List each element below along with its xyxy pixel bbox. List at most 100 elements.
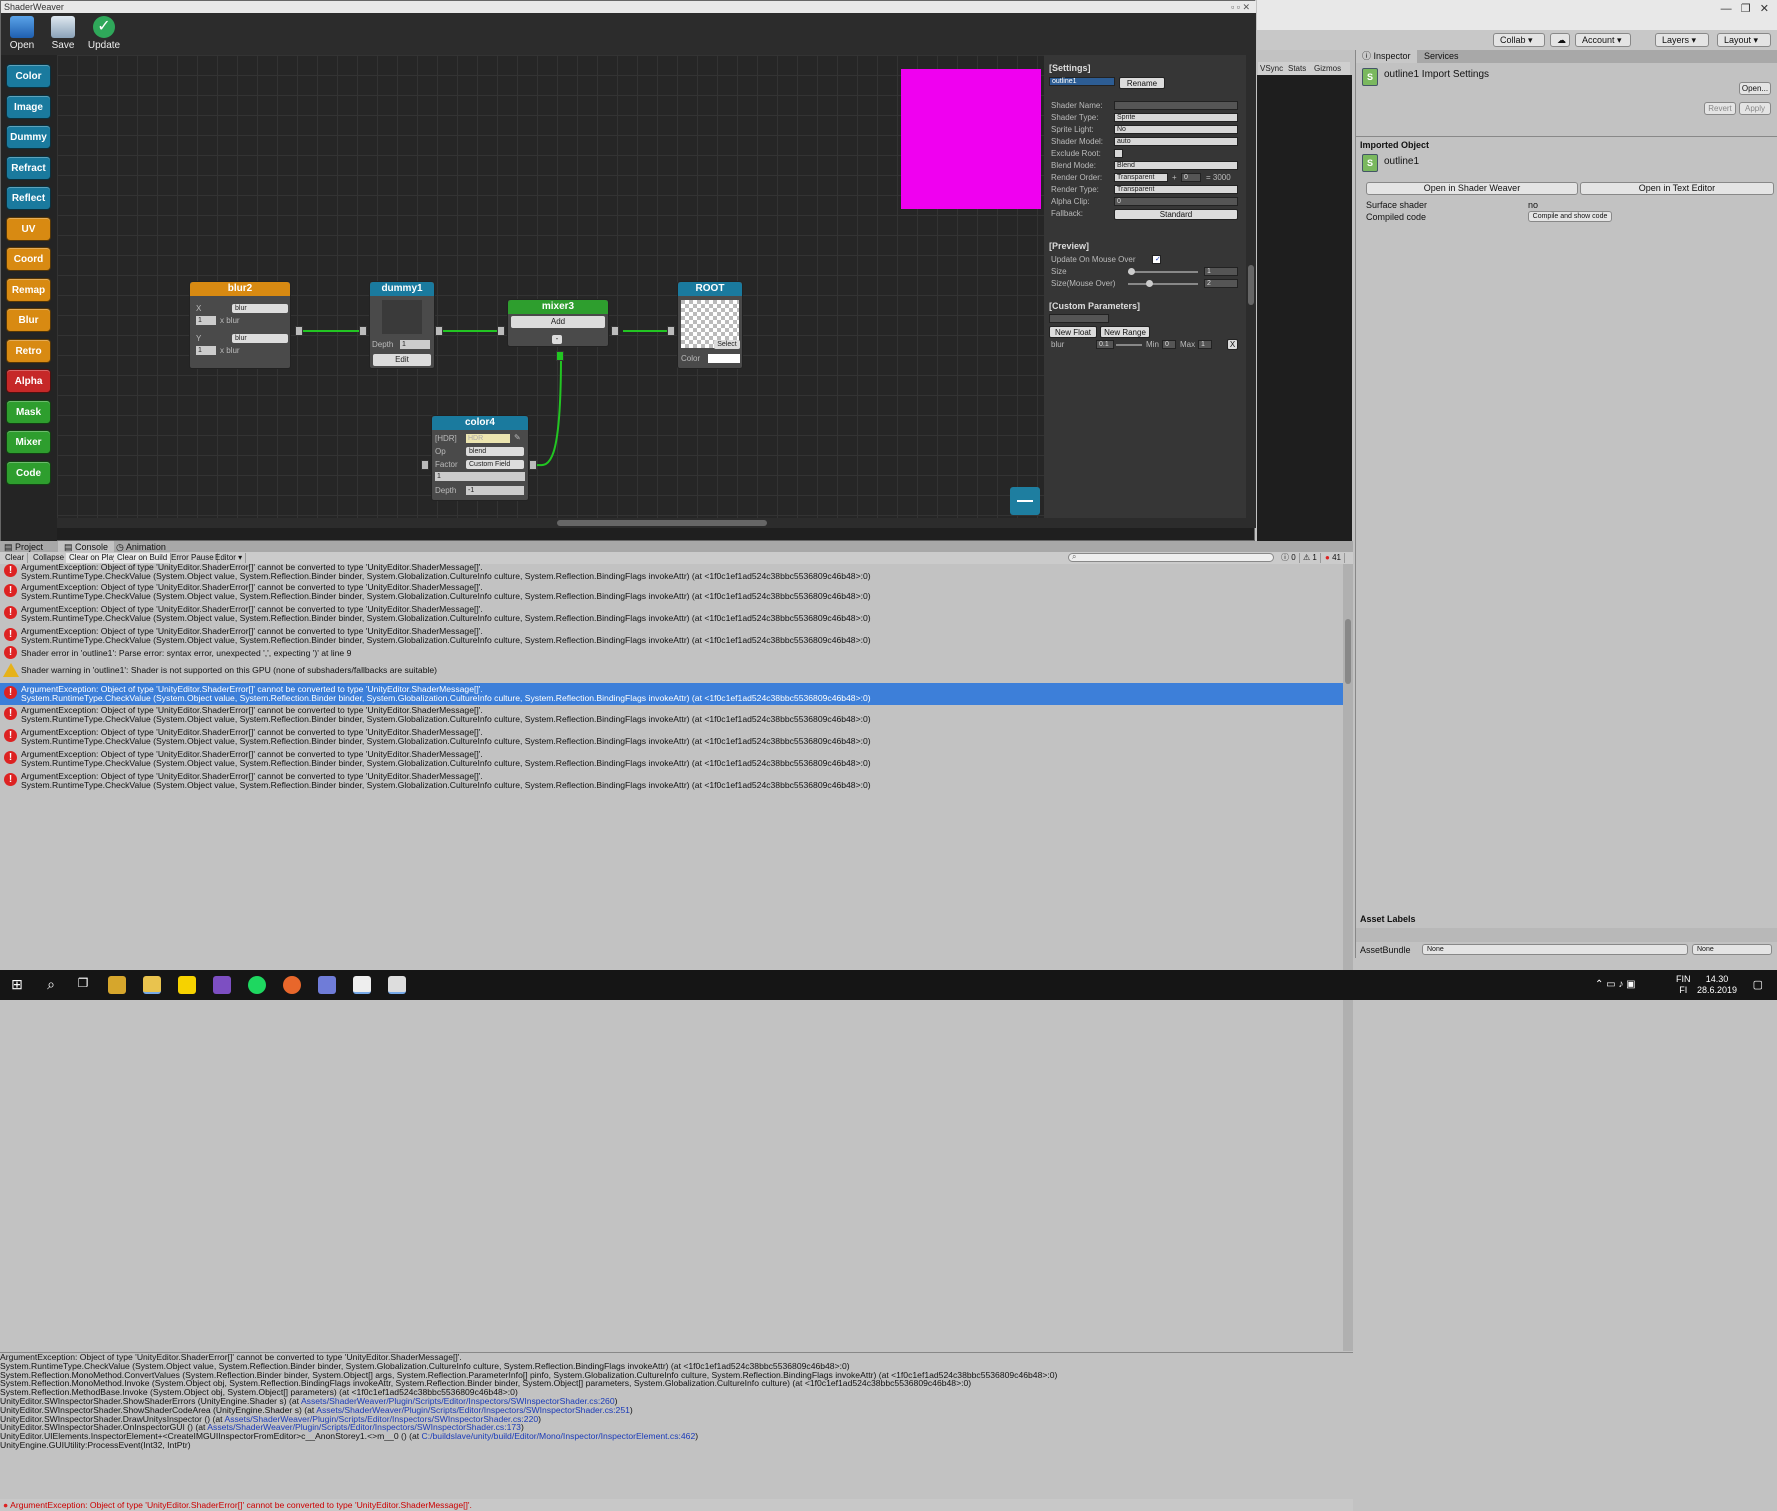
node-canvas[interactable]: blur2 X blur 1 x blur Y blur 1 x blur du… <box>57 55 1044 518</box>
layout-dropdown[interactable]: Layout ▾ <box>1717 33 1771 47</box>
palette-mixer-button[interactable]: Mixer <box>6 430 51 454</box>
dummy1-input-port[interactable] <box>359 326 367 336</box>
render-order-offset[interactable]: 0 <box>1181 173 1201 182</box>
log-entry[interactable]: ! ArgumentException: Object of type 'Unit… <box>0 748 1343 770</box>
palette-reflect-button[interactable]: Reflect <box>6 186 51 210</box>
blur2-output-port[interactable] <box>295 326 303 336</box>
console-search-input[interactable]: ⌕ <box>1068 552 1274 562</box>
window-controls[interactable]: ▫ ▫ ✕ <box>1231 1 1250 13</box>
clock[interactable]: 14.30 28.6.2019 <box>1697 974 1737 996</box>
apply-button[interactable]: Apply <box>1739 102 1771 115</box>
open-text-editor-button[interactable]: Open in Text Editor <box>1580 182 1774 195</box>
hdr-color-field[interactable]: HDR <box>466 434 510 443</box>
rename-button[interactable]: Rename <box>1119 77 1165 89</box>
node-mixer3[interactable]: mixer3 Add - <box>507 299 609 347</box>
render-type-select[interactable]: Transparent <box>1114 185 1238 194</box>
color4-input-port[interactable] <box>421 460 429 470</box>
palette-retro-button[interactable]: Retro <box>6 338 51 363</box>
mixer3-output-port[interactable] <box>611 326 619 336</box>
param-blur-slider[interactable] <box>1116 344 1142 346</box>
y-select[interactable]: blur <box>232 334 288 343</box>
node-color4[interactable]: color4 [HDR] HDR ✎ Op blend Factor Custo… <box>431 415 529 501</box>
depth-value[interactable]: 1 <box>400 340 430 349</box>
size-slider[interactable] <box>1128 268 1198 275</box>
search-icon[interactable]: ⌕ <box>42 976 60 994</box>
node-root[interactable]: ROOT Select Color <box>677 281 743 369</box>
root-input-port[interactable] <box>667 326 675 336</box>
factor-select[interactable]: Custom Field <box>466 460 524 469</box>
shader-name-input[interactable] <box>1114 101 1238 110</box>
edit-button[interactable]: Edit <box>373 354 431 366</box>
task-view-icon[interactable]: ❐ <box>74 976 92 994</box>
palette-remap-button[interactable]: Remap <box>6 277 51 302</box>
error-pause-toggle[interactable]: Error Pause <box>168 553 218 563</box>
palette-mask-button[interactable]: Mask <box>6 399 51 424</box>
y-value[interactable]: 1 <box>196 346 216 355</box>
log-count[interactable]: ⓘ 0 <box>1278 553 1300 563</box>
palette-image-button[interactable]: Image <box>6 94 51 119</box>
collapse-button[interactable]: Collapse <box>30 553 69 563</box>
x-value[interactable]: 1 <box>196 316 216 325</box>
factor-value[interactable]: 1 <box>435 472 525 481</box>
mixer3-input-port[interactable] <box>497 326 505 336</box>
horizontal-scrollbar[interactable] <box>57 518 1256 528</box>
vertical-scrollbar[interactable] <box>1246 55 1256 518</box>
status-bar[interactable]: ● ArgumentException: Object of type 'Uni… <box>0 1499 1353 1511</box>
clear-on-play-toggle[interactable]: Clear on Play <box>66 553 122 563</box>
alpha-clip-field[interactable]: 0 <box>1114 197 1238 206</box>
clear-button[interactable]: Clear <box>2 553 29 563</box>
palette-uv-button[interactable]: UV <box>6 216 51 241</box>
compile-show-code-button[interactable]: Compile and show code <box>1528 211 1612 222</box>
unity-icon[interactable] <box>353 976 371 994</box>
palette-coord-button[interactable]: Coord <box>6 247 51 271</box>
asset-bundle-select[interactable]: None <box>1422 944 1688 955</box>
log-entry[interactable]: ! ArgumentException: Object of type 'Unit… <box>0 726 1343 748</box>
asset-labels-area[interactable] <box>1356 928 1777 942</box>
color4-output-port[interactable] <box>529 460 537 470</box>
x-select[interactable]: blur <box>232 304 288 313</box>
blend-mode-select[interactable]: Blend <box>1114 161 1238 170</box>
log-entry[interactable]: ! ArgumentException: Object of type 'Unit… <box>0 704 1343 726</box>
error-count[interactable]: ● 41 <box>1322 553 1345 563</box>
shader-name-field[interactable]: outline1 <box>1049 77 1115 86</box>
unity-window-controls[interactable]: — ❐ ✕ <box>1721 2 1769 15</box>
open-asset-button[interactable]: Open... <box>1739 82 1771 95</box>
size-mouse-value[interactable]: 2 <box>1204 279 1238 288</box>
param-blur-value[interactable]: 0.1 <box>1096 340 1114 349</box>
cloud-icon[interactable]: ☁ <box>1550 33 1570 47</box>
collab-dropdown[interactable]: Collab ▾ <box>1493 33 1545 47</box>
shader-type-select[interactable]: Sprite <box>1114 113 1238 122</box>
source-link[interactable]: C:/buildslave/unity/build/Editor/Mono/In… <box>422 1431 696 1441</box>
warning-count[interactable]: ⚠ 1 <box>1300 553 1321 563</box>
palette-alpha-button[interactable]: Alpha <box>6 369 51 393</box>
param-remove-button[interactable]: X <box>1227 339 1238 350</box>
photos-icon[interactable] <box>388 976 406 994</box>
firefox-icon[interactable] <box>283 976 301 994</box>
notifications-icon[interactable]: ▢ <box>1753 978 1763 991</box>
spotify-icon[interactable] <box>248 976 266 994</box>
shader-model-select[interactable]: auto <box>1114 137 1238 146</box>
palette-dummy-button[interactable]: Dummy <box>6 125 51 149</box>
console-scrollbar[interactable] <box>1343 564 1353 1351</box>
console-log-list[interactable]: ! ArgumentException: Object of type 'Unit… <box>0 564 1343 1351</box>
save-button[interactable]: Save <box>45 16 81 51</box>
tray-icons[interactable]: ⌃ ▭ ♪ ▣ <box>1595 979 1636 990</box>
mixer3-layer-port[interactable] <box>556 351 564 361</box>
layers-dropdown[interactable]: Layers ▾ <box>1655 33 1709 47</box>
dummy1-output-port[interactable] <box>435 326 443 336</box>
game-view[interactable] <box>1257 75 1352 545</box>
node-blur2[interactable]: blur2 X blur 1 x blur Y blur 1 x blur <box>189 281 291 369</box>
param-name-input[interactable] <box>1049 314 1109 323</box>
tab-inspector[interactable]: ⓘ Inspector <box>1356 50 1417 63</box>
sprite-light-select[interactable]: No <box>1114 125 1238 134</box>
depth-value[interactable]: -1 <box>466 486 524 495</box>
open-shader-weaver-button[interactable]: Open in Shader Weaver <box>1366 182 1578 195</box>
size-value[interactable]: 1 <box>1204 267 1238 276</box>
visual-studio-icon[interactable] <box>213 976 231 994</box>
palette-color-button[interactable]: Color <box>6 64 51 88</box>
stats-toggle[interactable]: Stats <box>1288 64 1306 73</box>
select-button[interactable]: Select <box>714 340 740 349</box>
node-dummy1[interactable]: dummy1 Depth 1 Edit <box>369 281 435 369</box>
gizmos-dropdown[interactable]: Gizmos <box>1314 64 1341 73</box>
sticky-notes-icon[interactable] <box>178 976 196 994</box>
